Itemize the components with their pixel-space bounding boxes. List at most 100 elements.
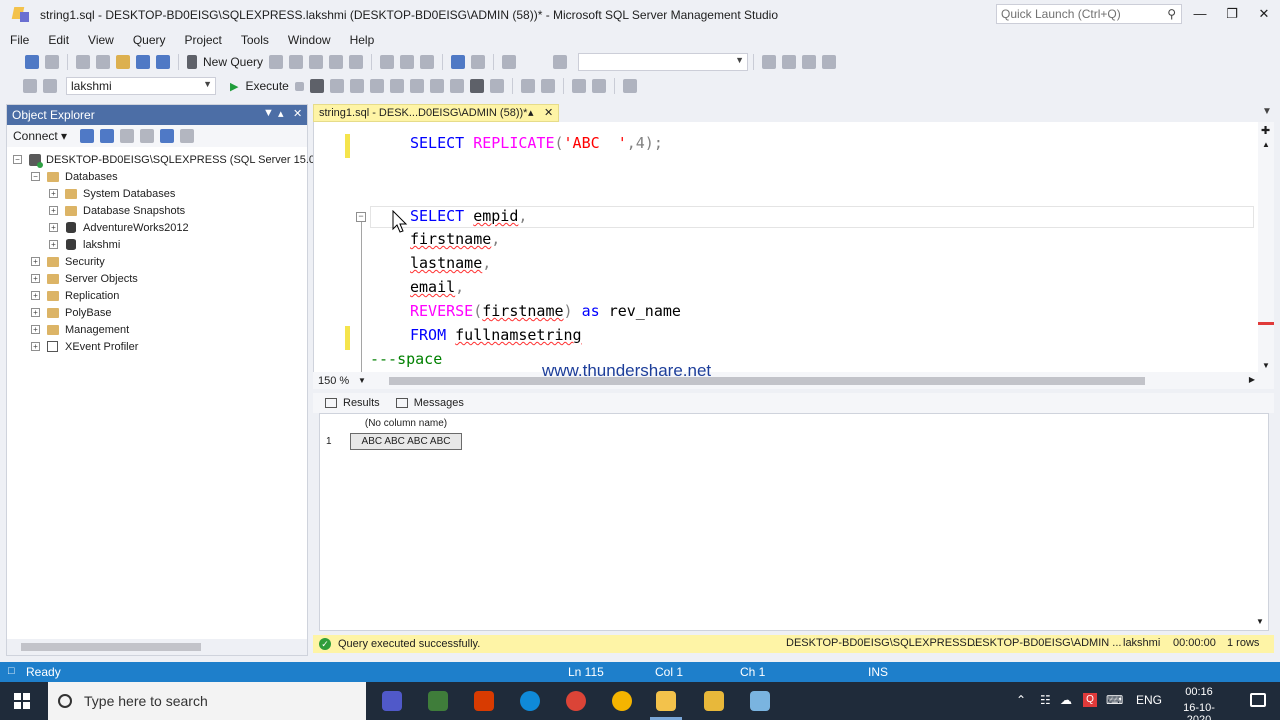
menu-edit[interactable]: Edit xyxy=(48,33,69,47)
mdx-query-icon[interactable] xyxy=(269,55,284,69)
split-icon[interactable]: ✚ xyxy=(1261,124,1270,137)
parse-checkmark-icon[interactable] xyxy=(309,79,324,93)
expand-icon[interactable]: + xyxy=(31,291,40,300)
tree-node-server-objects[interactable]: + Server Objects xyxy=(31,270,138,287)
disconnect-icon[interactable] xyxy=(100,129,115,143)
client-stats-icon[interactable] xyxy=(429,79,444,93)
properties-icon[interactable] xyxy=(762,55,777,69)
tray-language[interactable]: ENG xyxy=(1136,693,1162,707)
windows-start-icon[interactable] xyxy=(14,693,30,709)
decrease-indent-icon[interactable] xyxy=(571,79,586,93)
ssms-taskbar-icon[interactable] xyxy=(656,691,676,711)
expand-icon[interactable]: + xyxy=(31,325,40,334)
tree-node-xevent-profiler[interactable]: + XEvent Profiler xyxy=(31,338,138,355)
expand-icon[interactable]: + xyxy=(31,257,40,266)
intellisense-icon[interactable] xyxy=(369,79,384,93)
execute-icon[interactable]: ▶ xyxy=(230,80,238,93)
stop-icon[interactable] xyxy=(294,81,304,91)
query-options-icon[interactable] xyxy=(349,79,364,93)
tray-chevron-icon[interactable]: ⌃ xyxy=(1016,693,1026,707)
search-icon[interactable]: ⚲ xyxy=(1167,7,1176,21)
expand-icon[interactable]: + xyxy=(31,342,40,351)
tree-node-adventureworks[interactable]: + AdventureWorks2012 xyxy=(49,219,189,236)
collapse-icon[interactable]: − xyxy=(31,172,40,181)
close-icon[interactable]: ✕ xyxy=(544,106,553,119)
tree-node-database-snapshots[interactable]: + Database Snapshots xyxy=(49,202,185,219)
office-icon[interactable] xyxy=(474,691,494,711)
wrench-icon[interactable] xyxy=(782,55,797,69)
dmx-query-icon[interactable] xyxy=(289,55,304,69)
redo-icon[interactable] xyxy=(471,55,486,69)
network-icon[interactable]: ☷ xyxy=(1040,693,1051,707)
change-connection-icon[interactable] xyxy=(43,79,57,93)
window-layout-icon[interactable] xyxy=(822,55,837,69)
comment-icon[interactable] xyxy=(520,79,535,93)
solution-configuration-dropdown[interactable]: ▼ xyxy=(578,53,749,71)
scroll-down-icon[interactable]: ▼ xyxy=(1262,361,1270,370)
debug-icon[interactable] xyxy=(502,55,517,69)
editor-hscrollbar[interactable]: ▶ xyxy=(369,372,1259,389)
notepad-icon[interactable] xyxy=(750,691,770,711)
expand-icon[interactable]: + xyxy=(49,206,58,215)
results-grid[interactable]: (No column name) 1 ABC ABC ABC ABC ▼ xyxy=(319,413,1269,631)
menu-window[interactable]: Window xyxy=(288,33,331,47)
edge-icon[interactable] xyxy=(520,691,540,711)
scrollbar-thumb[interactable] xyxy=(21,643,201,651)
tree-node-server[interactable]: − DESKTOP-BD0EISG\SQLEXPRESS (SQL Server… xyxy=(13,151,336,168)
teams-icon[interactable] xyxy=(382,691,402,711)
expand-icon[interactable]: + xyxy=(31,274,40,283)
menu-query[interactable]: Query xyxy=(133,33,166,47)
menu-file[interactable]: File xyxy=(10,33,29,47)
connect-icon[interactable] xyxy=(23,79,37,93)
new-query-icon[interactable] xyxy=(187,55,197,69)
cloud-icon[interactable]: ☁ xyxy=(1060,693,1072,707)
pin-icon[interactable]: ▴ xyxy=(278,107,284,120)
new-query-button[interactable]: New Query xyxy=(203,55,263,69)
save-all-icon[interactable] xyxy=(156,55,170,69)
chevron-down-icon[interactable]: ▼ xyxy=(1262,106,1272,117)
column-header[interactable]: (No column name) xyxy=(350,418,462,433)
save-icon[interactable] xyxy=(136,55,150,69)
keyboard-icon[interactable]: ⌨ xyxy=(1106,693,1123,707)
scrollbar-thumb[interactable] xyxy=(389,377,1145,385)
tree-node-databases[interactable]: − Databases xyxy=(31,168,118,185)
estimated-plan-icon[interactable] xyxy=(329,79,344,93)
refresh-icon[interactable] xyxy=(160,129,175,143)
menu-view[interactable]: View xyxy=(88,33,114,47)
file-explorer-icon[interactable] xyxy=(704,691,724,711)
tree-node-management[interactable]: + Management xyxy=(31,321,129,338)
add-item-icon[interactable] xyxy=(96,55,110,69)
open-file-icon[interactable] xyxy=(116,55,130,69)
minecraft-icon[interactable] xyxy=(428,691,448,711)
tree-node-security[interactable]: + Security xyxy=(31,253,105,270)
live-stats-icon[interactable] xyxy=(409,79,424,93)
restore-icon[interactable]: ❐ xyxy=(1224,6,1240,22)
paste-icon[interactable] xyxy=(420,55,435,69)
notification-icon[interactable] xyxy=(1250,693,1266,707)
collapse-icon[interactable]: − xyxy=(13,155,22,164)
actual-plan-icon[interactable] xyxy=(389,79,404,93)
find-icon[interactable] xyxy=(553,55,568,69)
results-to-grid-icon[interactable] xyxy=(469,79,484,93)
new-project-icon[interactable] xyxy=(76,55,90,69)
filter-icon[interactable] xyxy=(140,129,155,143)
connect-object-icon[interactable] xyxy=(80,129,95,143)
uncomment-icon[interactable] xyxy=(540,79,555,93)
cut-icon[interactable] xyxy=(380,55,395,69)
expand-icon[interactable]: + xyxy=(49,189,58,198)
expand-icon[interactable]: + xyxy=(49,240,58,249)
quickheal-icon[interactable]: Q xyxy=(1083,693,1097,707)
menu-help[interactable]: Help xyxy=(350,33,375,47)
stop-icon[interactable] xyxy=(120,129,135,143)
chrome-icon[interactable] xyxy=(566,691,586,711)
back-icon[interactable] xyxy=(25,55,39,69)
sql-editor[interactable]: − SELECT REPLICATE('ABC ',4); SELECT emp… xyxy=(313,122,1274,372)
tree-node-system-databases[interactable]: + System Databases xyxy=(49,185,175,202)
pin-icon[interactable]: ▴ xyxy=(528,106,534,119)
database-dropdown[interactable]: lakshmi ▼ xyxy=(66,77,216,95)
increase-indent-icon[interactable] xyxy=(591,79,606,93)
forward-icon[interactable] xyxy=(45,55,59,69)
minimize-icon[interactable]: — xyxy=(1192,6,1208,22)
menu-tools[interactable]: Tools xyxy=(241,33,269,47)
tab-results[interactable]: Results xyxy=(325,397,380,409)
